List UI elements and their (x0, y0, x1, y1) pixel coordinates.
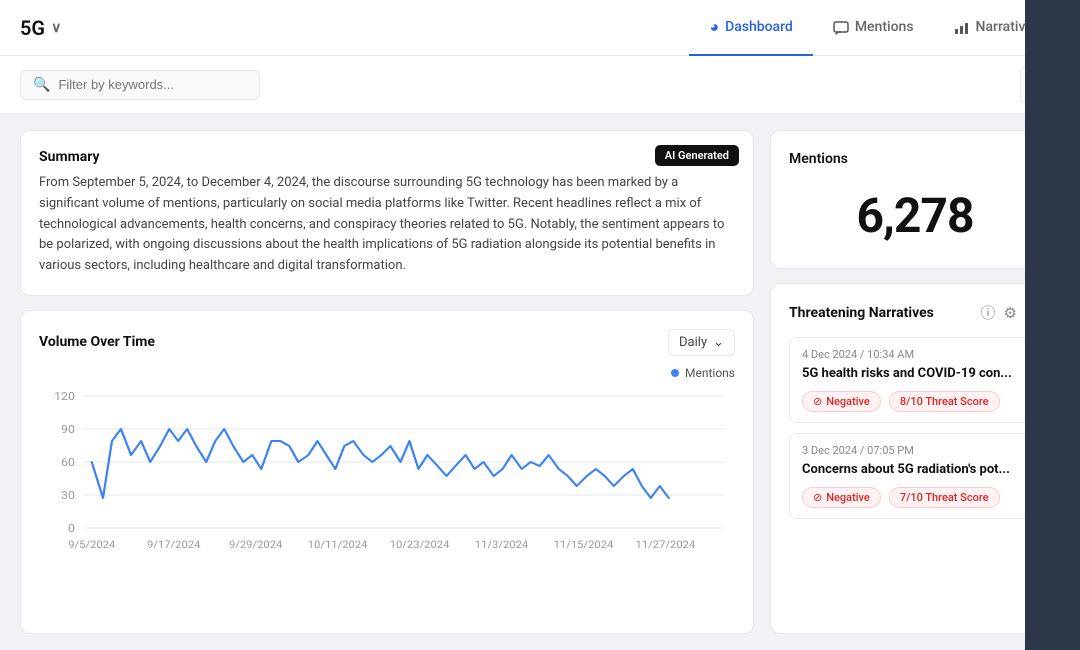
svg-text:10/11/2024: 10/11/2024 (308, 539, 368, 551)
search-bar: 🔍 (0, 56, 1080, 114)
volume-title: Volume Over Time (39, 334, 155, 350)
summary-title: Summary (39, 149, 735, 165)
svg-text:9/5/2024: 9/5/2024 (68, 539, 115, 551)
threat-score-badge: 7/10 Threat Score (889, 487, 1000, 508)
narratives-icon (954, 17, 970, 36)
nav-dashboard[interactable]: ◕ Dashboard (689, 0, 812, 56)
search-input-wrapper[interactable]: 🔍 (20, 70, 260, 100)
svg-text:30: 30 (61, 489, 75, 502)
header: 5G ∨ ◕ Dashboard Mentions (0, 0, 1080, 56)
svg-text:90: 90 (61, 423, 75, 436)
volume-header: Volume Over Time Daily ⌄ (39, 329, 735, 356)
negative-label: Negative (826, 395, 870, 408)
svg-text:120: 120 (54, 390, 75, 403)
svg-text:10/23/2024: 10/23/2024 (390, 539, 450, 551)
negative-icon: ⊘ (813, 395, 822, 408)
mentions-card: Mentions 6,278 (770, 130, 1060, 269)
nav-mentions-label: Mentions (855, 19, 914, 35)
chevron-down-icon: ⌄ (713, 335, 724, 350)
svg-text:60: 60 (61, 456, 75, 469)
narratives-header: Threatening Narratives ⓘ ⚙ → (789, 302, 1041, 323)
narrative-date: 3 Dec 2024 / 07:05 PM (802, 444, 1028, 457)
negative-icon: ⊘ (813, 491, 822, 504)
narratives-title: Threatening Narratives (789, 305, 973, 321)
ai-generated-badge: AI Generated (655, 145, 739, 166)
search-input[interactable] (58, 77, 247, 92)
nav-mentions[interactable]: Mentions (813, 0, 934, 56)
svg-text:0: 0 (68, 522, 75, 535)
summary-text: From September 5, 2024, to December 4, 2… (39, 173, 735, 277)
mentions-icon (833, 17, 849, 36)
svg-text:11/15/2024: 11/15/2024 (554, 539, 614, 551)
main-nav: ◕ Dashboard Mentions Narratives (689, 0, 1060, 56)
legend-dot (671, 369, 679, 377)
narrative-headline: 5G health risks and COVID-19 con... (802, 365, 1028, 383)
legend-label: Mentions (685, 366, 735, 380)
mentions-count: 6,278 (789, 187, 1041, 244)
svg-text:9/29/2024: 9/29/2024 (229, 539, 282, 551)
chart-area: 120 90 60 30 0 9/5/2024 9/17/2024 9/29/2… (39, 386, 735, 566)
title-text: 5G (20, 16, 45, 40)
svg-text:9/17/2024: 9/17/2024 (147, 539, 200, 551)
chart-legend: Mentions (39, 366, 735, 380)
threat-score-badge: 8/10 Threat Score (889, 391, 1000, 412)
daily-label: Daily (679, 335, 707, 350)
svg-text:11/27/2024: 11/27/2024 (636, 539, 696, 551)
negative-label: Negative (826, 491, 870, 504)
app-title: 5G ∨ (20, 16, 61, 40)
main-content: AI Generated Summary From September 5, 2… (0, 114, 1080, 650)
negative-badge: ⊘ Negative (802, 487, 881, 508)
narrative-badges: ⊘ Negative 8/10 Threat Score (802, 391, 1028, 412)
nav-dashboard-label: Dashboard (725, 19, 793, 35)
mentions-title: Mentions (789, 151, 1041, 167)
narrative-item[interactable]: 4 Dec 2024 / 10:34 AM 5G health risks an… (789, 337, 1041, 423)
left-column: AI Generated Summary From September 5, 2… (20, 130, 754, 634)
title-chevron-icon[interactable]: ∨ (51, 20, 61, 36)
search-icon: 🔍 (33, 77, 50, 93)
narrative-badges: ⊘ Negative 7/10 Threat Score (802, 487, 1028, 508)
gear-icon[interactable]: ⚙ (1004, 304, 1017, 322)
narrative-headline: Concerns about 5G radiation's pot... (802, 461, 1028, 479)
volume-card: Volume Over Time Daily ⌄ Mentions (20, 310, 754, 634)
right-column: Mentions 6,278 Threatening Narratives ⓘ … (770, 130, 1060, 634)
narratives-card: Threatening Narratives ⓘ ⚙ → 4 Dec 2024 … (770, 283, 1060, 634)
narrative-date: 4 Dec 2024 / 10:34 AM (802, 348, 1028, 361)
svg-text:11/3/2024: 11/3/2024 (475, 539, 528, 551)
summary-card: AI Generated Summary From September 5, 2… (20, 130, 754, 296)
daily-selector[interactable]: Daily ⌄ (668, 329, 735, 356)
narrative-item[interactable]: 3 Dec 2024 / 07:05 PM Concerns about 5G … (789, 433, 1041, 519)
volume-chart: 120 90 60 30 0 9/5/2024 9/17/2024 9/29/2… (39, 386, 735, 566)
dashboard-icon: ◕ (709, 17, 719, 37)
negative-badge: ⊘ Negative (802, 391, 881, 412)
info-icon[interactable]: ⓘ (981, 302, 996, 323)
